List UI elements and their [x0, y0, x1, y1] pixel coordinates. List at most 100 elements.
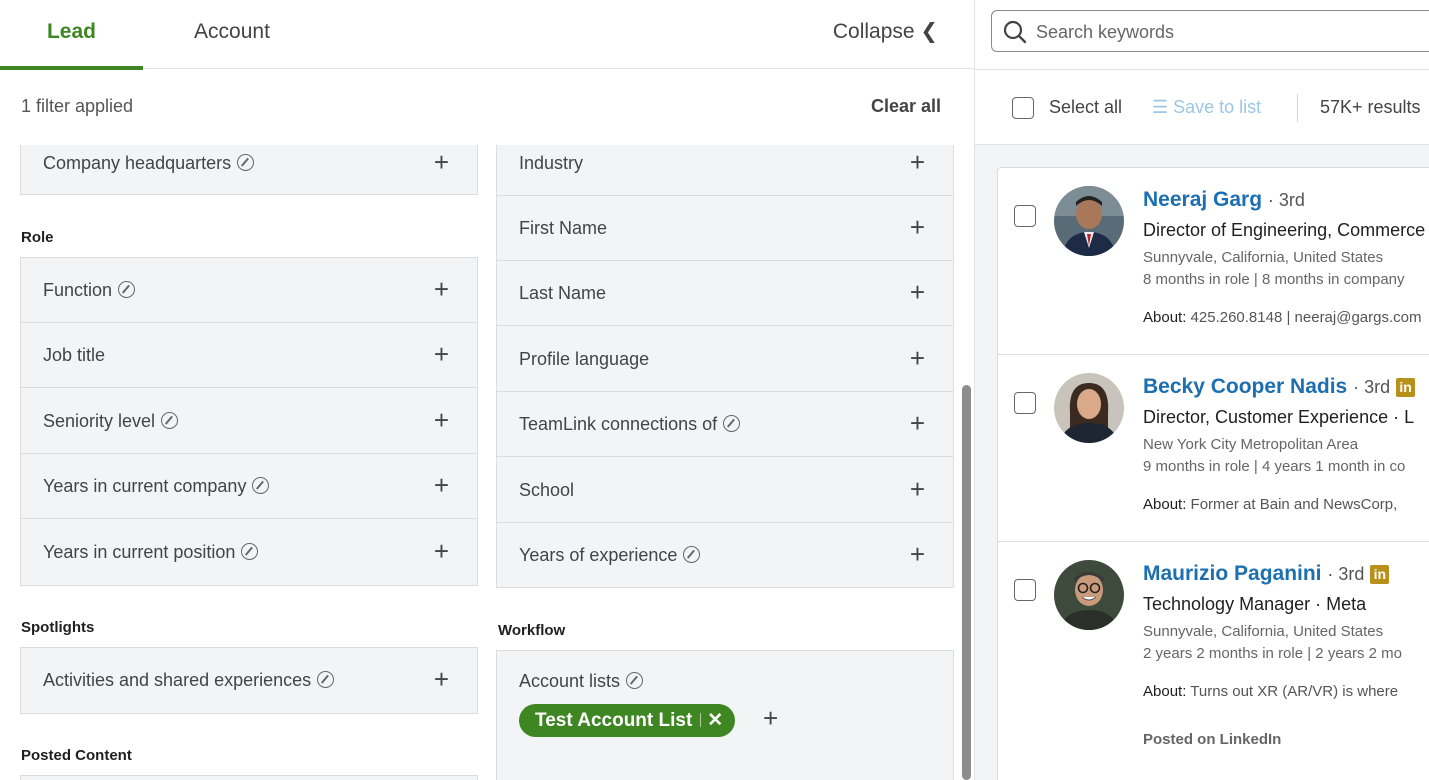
linkedin-badge-icon: in [1370, 565, 1390, 584]
plus-icon: + [433, 470, 449, 500]
plus-icon: + [909, 408, 925, 438]
filter-row-first-name[interactable]: First Name + [497, 196, 953, 261]
tab-lead[interactable]: Lead [0, 0, 143, 70]
posted-on-linkedin-label[interactable]: Posted on LinkedIn [1143, 731, 1281, 748]
toolbar-divider [1297, 94, 1298, 122]
info-icon [723, 415, 741, 432]
plus-icon: + [909, 212, 925, 242]
lead-result-item: Neeraj Garg · 3rd Director of Engineerin… [998, 168, 1429, 355]
search-input[interactable]: Search keywords [991, 10, 1429, 52]
scrollbar-thumb[interactable] [962, 385, 971, 780]
filter-label: Profile language [519, 349, 650, 369]
filter-label: Account lists [519, 671, 621, 691]
lead-result-item: Becky Cooper Nadis · 3rd in Director, Cus… [998, 355, 1429, 542]
filter-summary-bar: 1 filter applied Clear all [0, 69, 974, 145]
select-all-checkbox[interactable] [1012, 97, 1034, 119]
company-headquarters-card: Company headquarters + [20, 145, 478, 195]
chip-label: Test Account List [535, 710, 693, 731]
lead-select-checkbox[interactable] [1014, 579, 1036, 601]
about-label: About: [1143, 309, 1187, 326]
results-panel: Search keywords Select all ☰ Save to lis… [974, 0, 1429, 780]
remove-chip-icon[interactable]: ✕ [707, 710, 723, 731]
results-toolbar: Select all ☰ Save to list 57K+ results [975, 69, 1429, 145]
filter-row-last-name[interactable]: Last Name + [497, 261, 953, 326]
lead-about: Turns out XR (AR/VR) is where [1190, 683, 1399, 700]
lead-name-link[interactable]: Maurizio Paganini [1143, 562, 1322, 585]
filter-row-years-of-experience[interactable]: Years of experience + [497, 523, 953, 588]
save-to-list-button[interactable]: ☰ Save to list [1152, 97, 1261, 118]
filter-row-activities-shared-experiences[interactable]: Activities and shared experiences + [21, 648, 477, 713]
selected-filter-chip[interactable]: Test Account List ✕ [519, 704, 736, 737]
avatar[interactable] [1054, 186, 1124, 256]
plus-icon: + [433, 339, 449, 369]
section-heading-spotlights: Spotlights [21, 619, 95, 636]
filter-row-industry[interactable]: Industry + [497, 145, 953, 196]
avatar[interactable] [1054, 560, 1124, 630]
plus-icon: + [909, 147, 925, 177]
lead-select-checkbox[interactable] [1014, 205, 1036, 227]
select-all-label[interactable]: Select all [1049, 97, 1122, 118]
plus-icon: + [433, 664, 449, 694]
lead-name-link[interactable]: Becky Cooper Nadis [1143, 375, 1347, 398]
info-icon [161, 412, 179, 429]
filter-row-profile-language[interactable]: Profile language + [497, 327, 953, 392]
lead-location: Sunnyvale, California, United States [1143, 249, 1384, 266]
clear-all-button[interactable]: Clear all [871, 96, 941, 117]
role-filters-card: Function + Job title + Seniority level +… [20, 257, 478, 586]
filter-row-teamlink-connections[interactable]: TeamLink connections of + [497, 392, 953, 457]
lead-about: Former at Bain and NewsCorp, [1190, 496, 1398, 513]
filter-label: Years of experience [519, 545, 678, 565]
filter-row-years-in-current-company[interactable]: Years in current company + [21, 454, 477, 519]
filter-row-school[interactable]: School + [497, 458, 953, 523]
filter-scroll-area: Company headquarters + Role Function + J… [0, 145, 974, 780]
info-icon [317, 671, 335, 688]
filter-label: Industry [519, 153, 584, 173]
filter-row-years-in-current-position[interactable]: Years in current position + [21, 520, 477, 585]
filter-row-job-title[interactable]: Job title + [21, 323, 477, 388]
spotlights-card: Activities and shared experiences + [20, 647, 478, 714]
linkedin-badge-icon: in [1396, 378, 1416, 397]
filter-row-seniority-level[interactable]: Seniority level + [21, 389, 477, 454]
lead-tenure: 2 years 2 months in role | 2 years 2 mo [1143, 645, 1403, 662]
lead-location: New York City Metropolitan Area [1143, 436, 1359, 453]
filter-row-account-lists[interactable]: Account lists Test Account List ✕ + [497, 651, 953, 761]
filter-label: Job title [43, 345, 106, 365]
plus-icon: + [433, 147, 449, 177]
tab-account[interactable]: Account [172, 0, 292, 69]
posted-content-card [20, 775, 478, 780]
filter-tabs: Lead Account Collapse ❮ [0, 0, 974, 70]
collapse-button[interactable]: Collapse ❮ [833, 0, 938, 64]
results-count: 57K+ results [1320, 97, 1421, 117]
more-filters-card: Industry + First Name + Last Name + Prof… [496, 145, 954, 588]
lead-tenure: 8 months in role | 8 months in company [1143, 271, 1405, 288]
avatar[interactable] [1054, 373, 1124, 443]
lead-title: Technology Manager · Meta [1143, 594, 1367, 614]
filter-panel: Lead Account Collapse ❮ 1 filter applied… [0, 0, 974, 780]
lead-name-link[interactable]: Neeraj Garg [1143, 188, 1262, 211]
about-label: About: [1143, 683, 1187, 700]
plus-icon: + [433, 274, 449, 304]
filter-row-company-headquarters[interactable]: Company headquarters + [21, 145, 477, 196]
filter-label: Years in current position [43, 542, 236, 562]
lead-select-checkbox[interactable] [1014, 392, 1036, 414]
filter-label: Years in current company [43, 476, 247, 496]
filter-label: Last Name [519, 283, 607, 303]
filter-label: TeamLink connections of [519, 414, 718, 434]
filters-applied-count: 1 filter applied [21, 96, 134, 116]
plus-icon: + [909, 539, 925, 569]
plus-icon: + [909, 343, 925, 373]
filter-row-function[interactable]: Function + [21, 258, 477, 323]
connection-degree: · 3rd [1267, 190, 1305, 210]
info-icon [237, 154, 255, 171]
plus-icon: + [433, 405, 449, 435]
filter-label: Company headquarters [43, 153, 232, 173]
lead-tenure: 9 months in role | 4 years 1 month in co [1143, 458, 1406, 475]
plus-icon: + [909, 277, 925, 307]
add-account-list-icon[interactable]: + [763, 702, 778, 734]
lead-location: Sunnyvale, California, United States [1143, 623, 1384, 640]
filter-label: First Name [519, 218, 608, 238]
filter-label: Activities and shared experiences [43, 670, 312, 690]
section-heading-role: Role [21, 229, 54, 246]
search-icon [1003, 20, 1027, 44]
section-heading-workflow: Workflow [498, 622, 566, 639]
